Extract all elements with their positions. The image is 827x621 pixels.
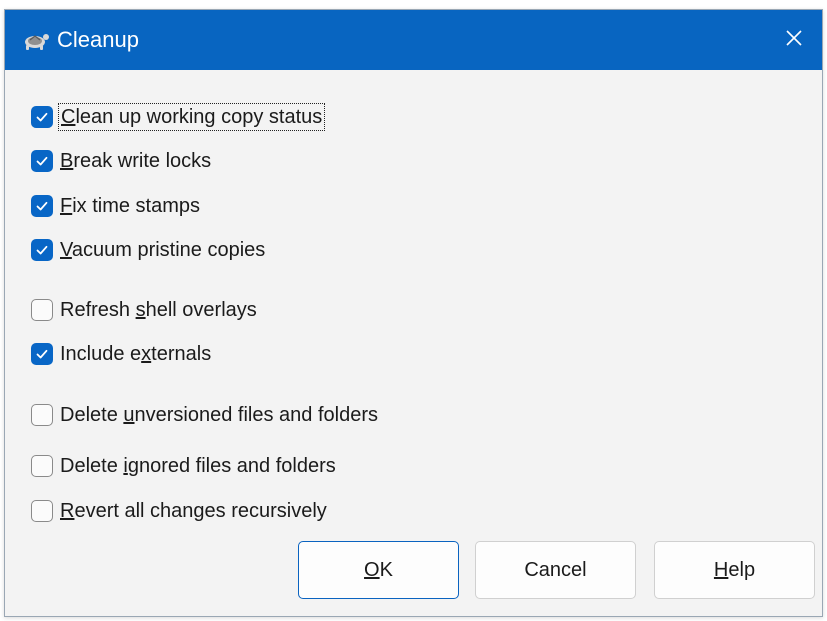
option-label: Delete ignored files and folders	[60, 455, 336, 477]
checkmark-icon	[36, 201, 48, 211]
checkbox[interactable]	[31, 500, 53, 522]
option-label: Break write locks	[60, 150, 212, 172]
checkmark-icon	[36, 112, 48, 122]
option-label: Revert all changes recursively	[60, 500, 327, 522]
option-label: Refresh shell overlays	[60, 299, 257, 321]
help-button[interactable]: Help	[654, 541, 815, 599]
cancel-button[interactable]: Cancel	[475, 541, 636, 599]
checkmark-icon	[36, 156, 48, 166]
option-delete-ignored-files[interactable]: Delete ignored files and folders	[31, 450, 338, 482]
close-icon	[785, 29, 803, 52]
cleanup-dialog: Cleanup Clean up working copy status Bre…	[4, 9, 823, 617]
options-panel: Clean up working copy status Break write…	[5, 70, 822, 616]
checkbox[interactable]	[31, 455, 53, 477]
window-title: Cleanup	[57, 27, 139, 52]
checkmark-icon	[36, 349, 48, 359]
title-bar[interactable]: Cleanup	[5, 10, 822, 70]
option-label: Clean up working copy status	[58, 103, 326, 131]
option-vacuum-pristine-copies[interactable]: Vacuum pristine copies	[31, 234, 267, 266]
option-clean-up-working-copy-status[interactable]: Clean up working copy status	[31, 101, 326, 133]
option-break-write-locks[interactable]: Break write locks	[31, 145, 213, 177]
option-refresh-shell-overlays[interactable]: Refresh shell overlays	[31, 294, 259, 326]
option-label: Include externals	[60, 343, 212, 365]
close-button[interactable]	[766, 10, 822, 70]
checkbox[interactable]	[31, 299, 53, 321]
tortoise-icon	[22, 31, 50, 51]
option-label: Delete unversioned files and folders	[60, 404, 378, 426]
checkbox[interactable]	[31, 195, 53, 217]
option-revert-all-changes[interactable]: Revert all changes recursively	[31, 495, 329, 527]
checkbox[interactable]	[31, 106, 53, 128]
option-label: Vacuum pristine copies	[60, 239, 266, 261]
checkbox[interactable]	[31, 239, 53, 261]
checkbox[interactable]	[31, 150, 53, 172]
option-fix-time-stamps[interactable]: Fix time stamps	[31, 190, 202, 222]
option-include-externals[interactable]: Include externals	[31, 338, 213, 370]
checkmark-icon	[36, 245, 48, 255]
checkbox[interactable]	[31, 404, 53, 426]
ok-button[interactable]: OK	[298, 541, 459, 599]
checkbox[interactable]	[31, 343, 53, 365]
option-delete-unversioned-files[interactable]: Delete unversioned files and folders	[31, 399, 380, 431]
option-label: Fix time stamps	[60, 195, 201, 217]
